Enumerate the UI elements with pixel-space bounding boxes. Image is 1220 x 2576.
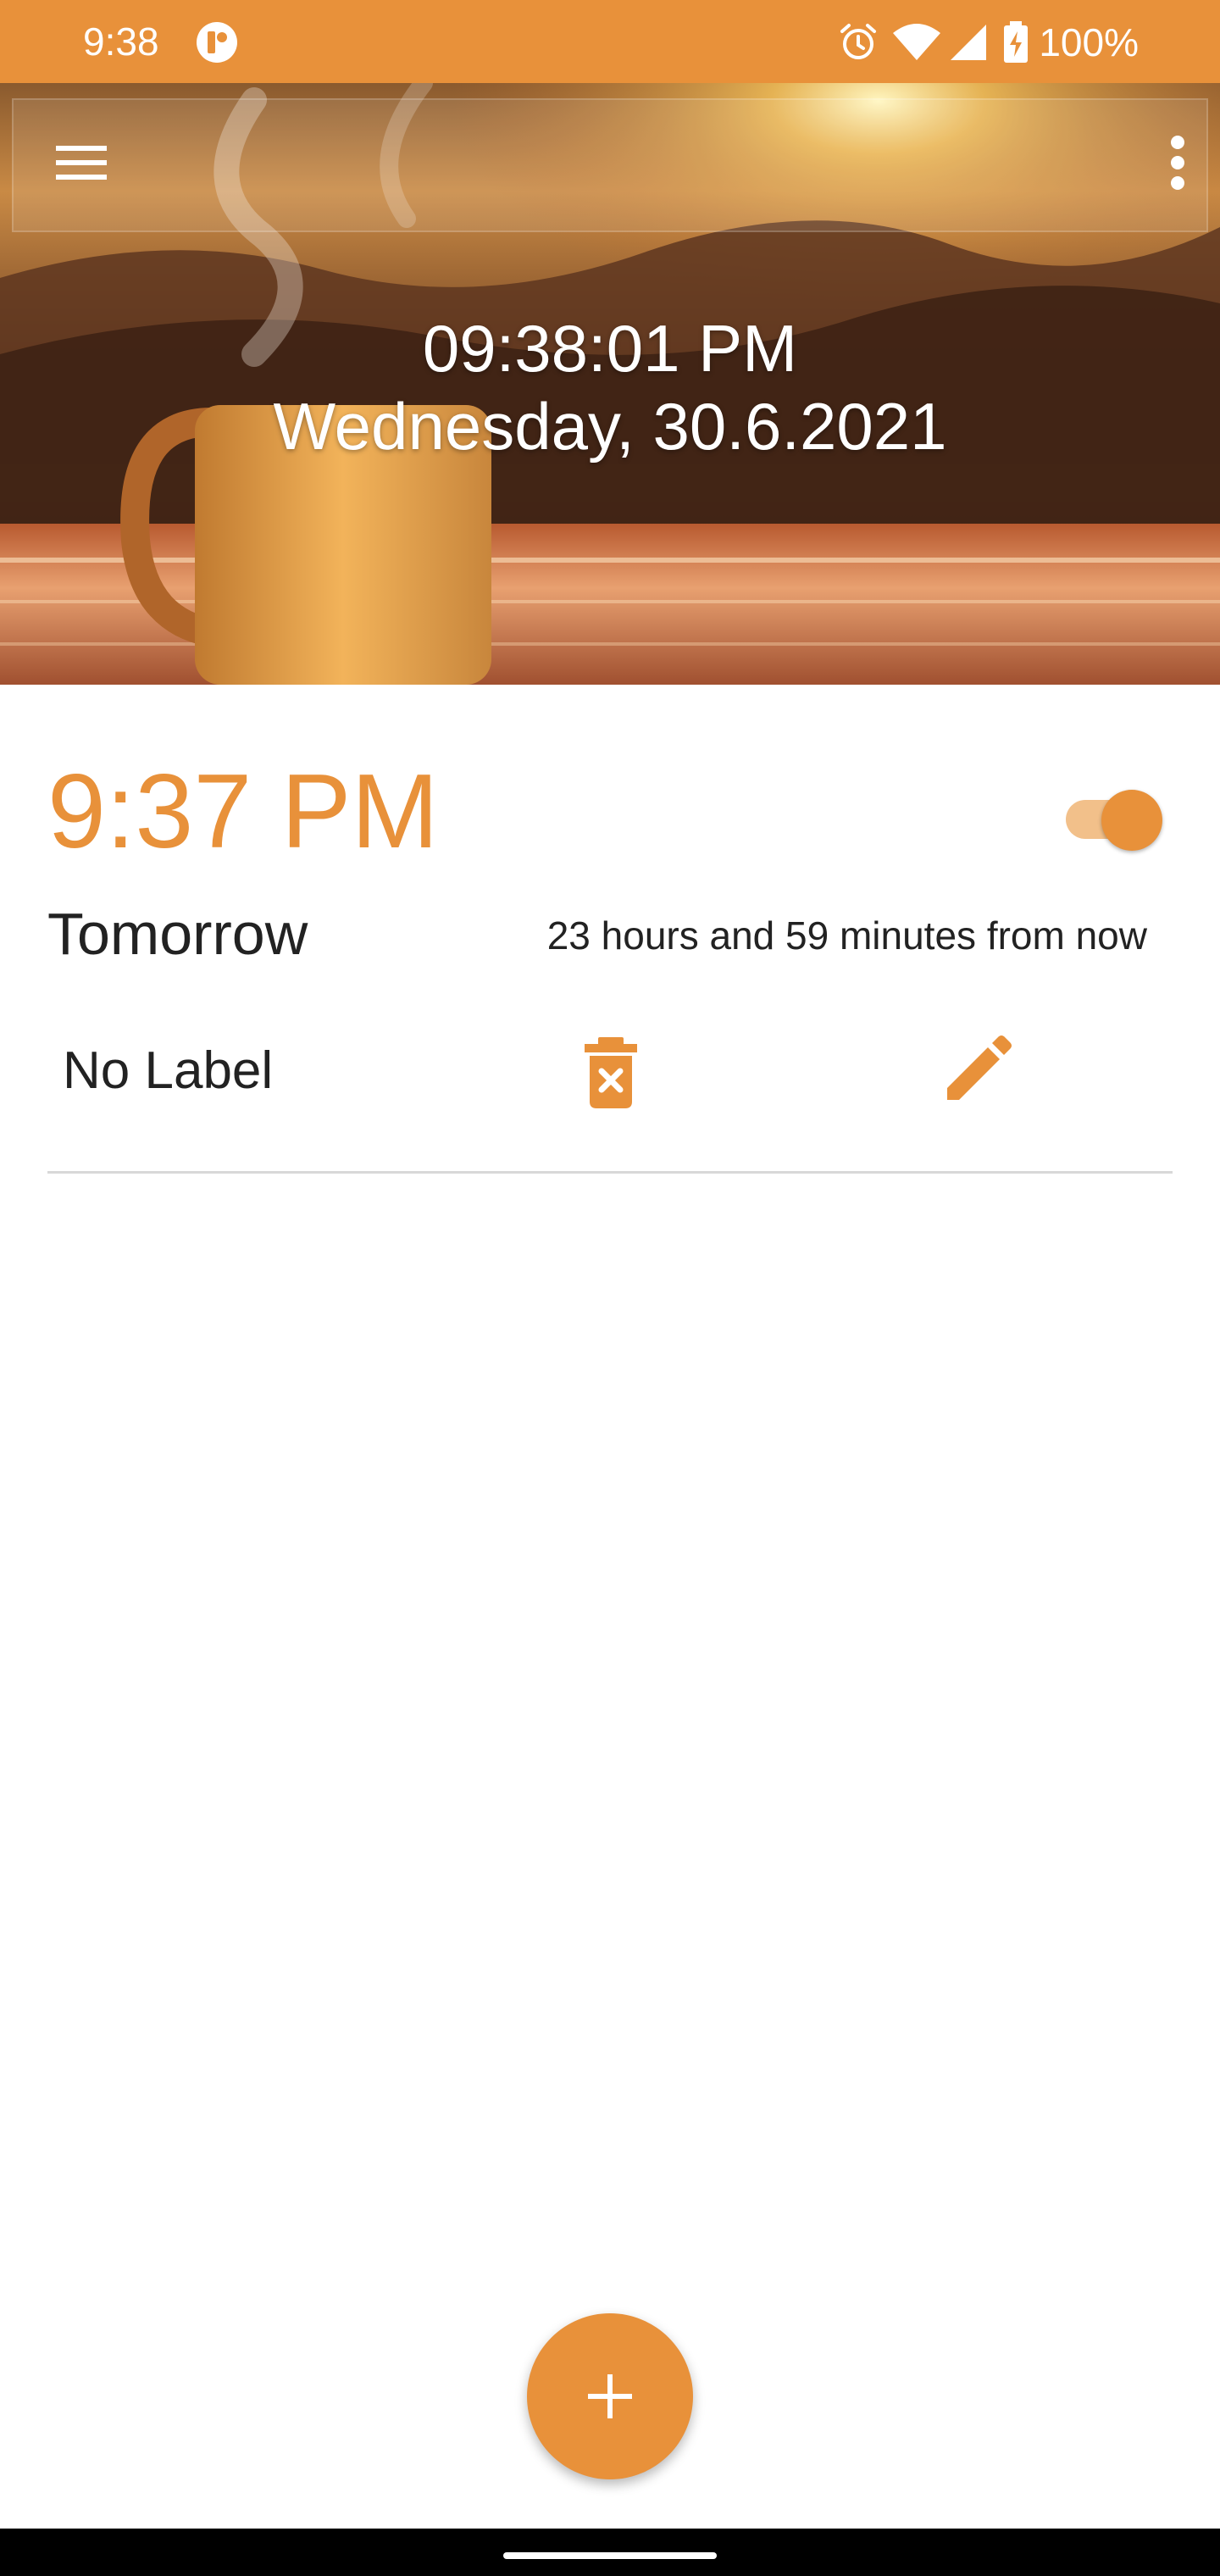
alarm-icon	[840, 24, 877, 59]
menu-icon[interactable]	[39, 120, 124, 205]
alarm-time[interactable]: 9:37 PM	[47, 752, 439, 871]
battery-charging-icon	[1004, 21, 1029, 63]
battery-percentage: 100%	[1039, 20, 1139, 64]
status-icons: 100%	[837, 17, 1139, 68]
alarm-list-item[interactable]: 9:37 PM Tomorrow 23 hours and 59 minutes…	[0, 685, 1220, 1176]
plus-icon	[588, 2374, 632, 2418]
home-gesture-handle[interactable]	[503, 2552, 717, 2559]
add-alarm-button[interactable]	[527, 2313, 693, 2479]
alarm-toggle-switch[interactable]	[1061, 778, 1162, 851]
navigation-bar	[0, 2529, 1220, 2576]
app-notification-icon	[197, 22, 237, 63]
alarm-label[interactable]: No Label	[63, 1039, 273, 1103]
cellular-signal-icon	[951, 25, 987, 60]
current-date: Wednesday, 30.6.2021	[273, 389, 947, 464]
status-time: 9:38	[83, 19, 159, 64]
alarm-time-remaining: 23 hours and 59 minutes from now	[546, 913, 1147, 958]
current-time: 09:38:01 PM	[422, 311, 798, 386]
alarm-day: Tomorrow	[47, 901, 308, 967]
divider	[47, 1171, 1173, 1174]
toolbar	[12, 98, 1208, 232]
header-banner: 09:38:01 PM Wednesday, 30.6.2021	[0, 83, 1220, 685]
more-vert-icon[interactable]	[1144, 120, 1212, 205]
switch-thumb	[1101, 790, 1162, 851]
edit-icon[interactable]	[939, 1032, 1015, 1108]
delete-icon[interactable]	[576, 1034, 646, 1110]
wifi-icon	[893, 24, 941, 60]
status-bar: 9:38 100%	[0, 0, 1220, 83]
